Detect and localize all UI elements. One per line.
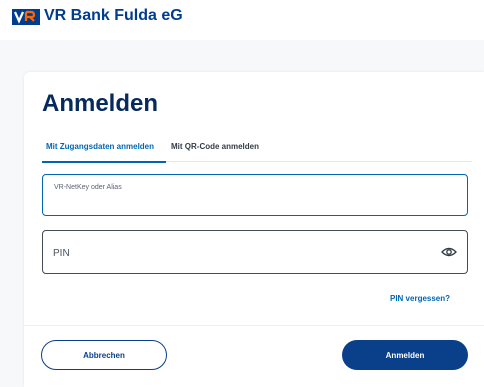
divider xyxy=(24,325,484,326)
pin-field[interactable] xyxy=(42,230,468,274)
netkey-field[interactable]: VR-NetKey oder Alias xyxy=(42,174,468,216)
bank-name: VR Bank Fulda eG xyxy=(44,7,183,24)
login-tabs: Mit Zugangsdaten anmelden Mit QR-Code an… xyxy=(42,136,472,163)
pin-input[interactable] xyxy=(53,244,431,262)
netkey-input[interactable] xyxy=(53,190,431,208)
cancel-button[interactable]: Abbrechen xyxy=(41,340,167,370)
vr-bank-logo-icon xyxy=(12,9,40,25)
page-header: VR Bank Fulda eG xyxy=(0,0,484,40)
login-card: Anmelden Mit Zugangsdaten anmelden Mit Q… xyxy=(24,72,484,387)
login-button[interactable]: Anmelden xyxy=(342,340,468,370)
page-title: Anmelden xyxy=(42,90,159,117)
forgot-pin-link[interactable]: PIN vergessen? xyxy=(390,294,450,303)
eye-icon[interactable] xyxy=(441,246,457,258)
tab-credentials[interactable]: Mit Zugangsdaten anmelden xyxy=(42,142,166,163)
tab-qr-code[interactable]: Mit QR-Code anmelden xyxy=(171,142,259,162)
